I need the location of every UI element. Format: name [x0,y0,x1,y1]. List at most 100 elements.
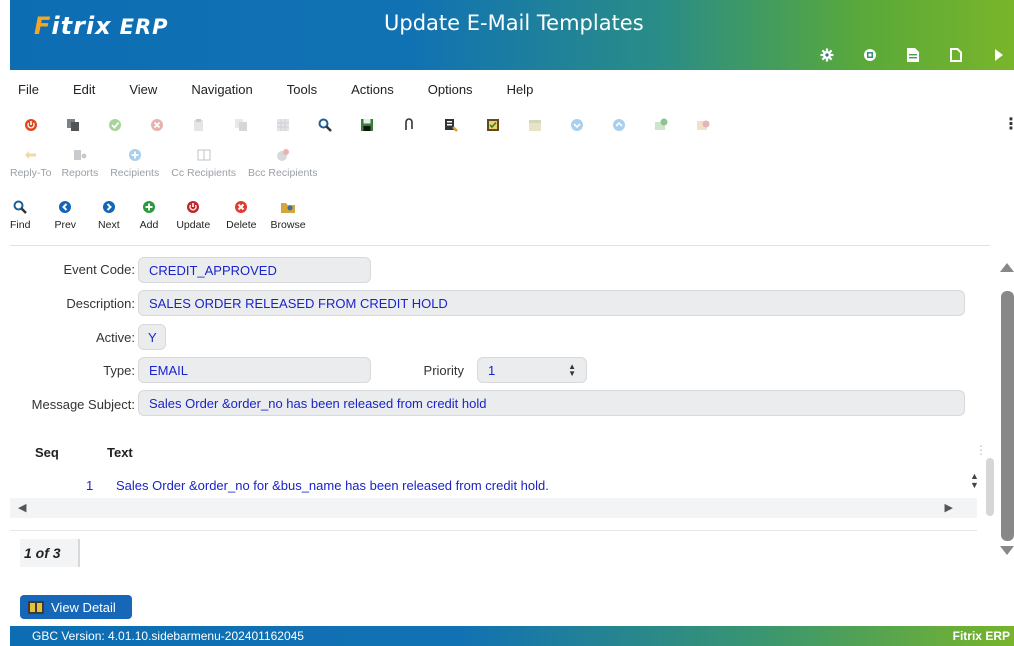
save-icon[interactable] [346,112,388,138]
cancel-icon[interactable] [136,112,178,138]
find-icon [13,197,28,217]
update-icon [186,197,200,217]
type-field[interactable]: EMAIL [138,357,371,383]
table-header-text[interactable]: Text [107,445,133,460]
browse-button[interactable]: Browse [265,197,312,241]
table-cell-seq[interactable]: 1 [86,478,93,493]
menu-view[interactable]: View [121,82,165,97]
menu-tools[interactable]: Tools [279,82,325,97]
menu-file[interactable]: File [10,82,47,97]
recipients-button[interactable]: Recipients [104,145,165,189]
table-cell-text[interactable]: Sales Order &order_no for &bus_name has … [116,478,549,493]
menu-bar: File Edit View Navigation Tools Actions … [10,76,1014,102]
table-header-seq[interactable]: Seq [35,445,59,460]
prev-label: Prev [54,219,77,231]
reply-to-label: Reply-To [10,167,52,179]
active-label: Active: [95,330,135,345]
table-divider [10,530,977,531]
play-icon[interactable] [984,40,1014,70]
fitrix-logo: Fitrix ERP [34,12,169,40]
copy-icon[interactable] [52,112,94,138]
window-title: Update E-Mail Templates [384,11,644,35]
reports-label: Reports [61,167,99,179]
attach-icon[interactable] [388,112,430,138]
delete-label: Delete [226,219,257,231]
row-sort-icon[interactable]: ▲ ▼ [970,472,979,490]
row-count: 1 of 3 [20,539,80,567]
cc-recipients-icon [197,145,211,165]
browse-label: Browse [270,219,306,231]
description-label: Description: [66,296,135,311]
event-code-field[interactable]: CREDIT_APPROVED [138,257,371,283]
view-detail-button[interactable]: View Detail [20,595,132,619]
header-actions [799,40,1014,70]
checklist-icon[interactable] [472,112,514,138]
table-vertical-scrollbar[interactable] [986,458,994,516]
action-toolbar: Find Prev Next Add Update Delete Browse [10,197,312,241]
menu-navigation[interactable]: Navigation [183,82,260,97]
prev-button[interactable]: Prev [42,197,88,241]
updown-caret-icon: ▲ ▼ [568,362,576,378]
message-subject-field[interactable]: Sales Order &order_no has been released … [138,390,965,416]
chip-icon[interactable] [855,40,885,70]
update-button[interactable]: Update [168,197,218,241]
zoom-icon[interactable] [304,112,346,138]
document-icon[interactable] [898,40,928,70]
app-header: Fitrix ERP Update E-Mail Templates [10,0,1014,70]
logo-main: itrix [51,12,112,40]
grid-icon[interactable] [262,112,304,138]
calendar-icon[interactable] [514,112,556,138]
blank-page-icon[interactable] [941,40,971,70]
delete-icon [234,197,248,217]
priority-value: 1 [488,362,496,378]
overflow-menu-icon[interactable]: ⋮ [1003,114,1014,134]
page-scroll-thumb[interactable] [1001,291,1014,541]
scroll-left-icon[interactable]: ◀ [18,501,26,514]
reply-icon [24,145,38,165]
up-circle-icon[interactable] [598,112,640,138]
bcc-recipients-button[interactable]: Bcc Recipients [242,145,323,189]
priority-label: Priority [423,363,464,378]
remove-row-icon[interactable] [682,112,724,138]
paste-icon[interactable] [178,112,220,138]
down-circle-icon[interactable] [556,112,598,138]
next-button[interactable]: Next [88,197,130,241]
reply-to-button[interactable]: Reply-To [10,145,55,189]
scroll-right-icon[interactable]: ▶ [945,501,953,514]
power-icon[interactable] [10,112,52,138]
menu-actions[interactable]: Actions [343,82,402,97]
page-scroll-up-icon[interactable] [1000,263,1014,272]
icon-toolbar [10,112,724,138]
view-detail-label: View Detail [51,599,116,615]
clipboard-edit-icon[interactable] [430,112,472,138]
logo-sub: ERP [119,15,169,39]
cc-recipients-button[interactable]: Cc Recipients [165,145,242,189]
delete-button[interactable]: Delete [218,197,264,241]
bcc-recipients-icon [276,145,290,165]
priority-select[interactable]: 1 ▲ ▼ [477,357,587,383]
gear-icon[interactable] [812,40,842,70]
toolbar-divider [10,245,990,246]
next-icon [102,197,116,217]
find-button[interactable]: Find [10,197,42,241]
accept-icon[interactable] [94,112,136,138]
menu-help[interactable]: Help [499,82,542,97]
prev-icon [58,197,72,217]
duplicate-icon[interactable] [220,112,262,138]
menu-edit[interactable]: Edit [65,82,103,97]
menu-options[interactable]: Options [420,82,481,97]
next-label: Next [98,219,120,231]
type-label: Type: [103,363,135,378]
page-scroll-down-icon[interactable] [1000,546,1014,555]
secondary-toolbar: Reply-To Reports Recipients Cc Recipient… [10,145,323,189]
detail-icon [28,600,44,614]
active-field[interactable]: Y [138,324,166,350]
add-row-icon[interactable] [640,112,682,138]
reports-button[interactable]: Reports [55,145,104,189]
recipients-label: Recipients [110,167,160,179]
table-horizontal-scrollbar[interactable]: ◀ ▶ [10,498,977,518]
add-button[interactable]: Add [130,197,169,241]
cc-recipients-label: Cc Recipients [171,167,237,179]
table-menu-icon[interactable]: ⋮ [975,443,987,457]
description-field[interactable]: SALES ORDER RELEASED FROM CREDIT HOLD [138,290,965,316]
